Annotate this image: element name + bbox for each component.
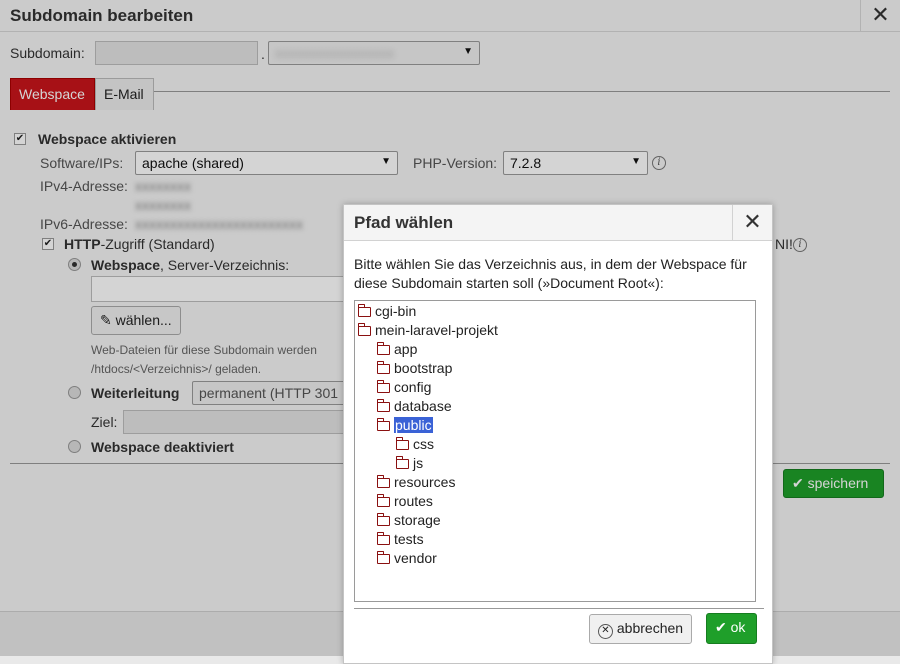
path-dialog-instruction: Bitte wählen Sie das Verzeichnis aus, in… (354, 256, 747, 291)
folder-icon (376, 342, 390, 355)
path-chooser-dialog: Pfad wählen ✕ Bitte wählen Sie das Verze… (343, 204, 773, 664)
tree-node-label: storage (394, 512, 441, 528)
ok-button[interactable]: ✔ ok (706, 613, 757, 644)
path-dialog-divider (354, 608, 764, 609)
check-icon: ✔ (715, 619, 727, 635)
folder-icon (376, 418, 390, 431)
tree-node[interactable]: bootstrap (376, 360, 453, 379)
cancel-circle-icon: ✕ (598, 624, 613, 639)
folder-icon (357, 304, 371, 317)
tree-node[interactable]: mein-laravel-projekt (357, 322, 498, 341)
tree-node-label: tests (394, 531, 424, 547)
folder-icon (357, 323, 371, 336)
tree-node-label: css (413, 436, 434, 452)
close-icon[interactable]: ✕ (732, 205, 772, 241)
tree-node[interactable]: resources (376, 474, 456, 493)
tree-node-label: database (394, 398, 452, 414)
tree-node-label: bootstrap (394, 360, 453, 376)
tree-node[interactable]: tests (376, 531, 424, 550)
cancel-button[interactable]: ✕ abbrechen (589, 614, 693, 644)
folder-icon (376, 399, 390, 412)
tree-node-label: vendor (394, 550, 437, 566)
tree-node-label: js (413, 455, 424, 471)
ok-button-label: ok (730, 619, 746, 635)
folder-icon (376, 513, 390, 526)
path-dialog-titlebar: Pfad wählen ✕ (344, 205, 772, 241)
tree-node[interactable]: database (376, 398, 452, 417)
folder-icon (376, 532, 390, 545)
tree-node-label: public (394, 417, 433, 433)
folder-icon (376, 551, 390, 564)
tree-node[interactable]: cgi-bin (357, 303, 417, 322)
tree-node-label: mein-laravel-projekt (375, 322, 498, 338)
tree-node-label: cgi-bin (375, 303, 417, 319)
tree-node-label: config (394, 379, 432, 395)
tree-node[interactable]: js (395, 455, 424, 474)
tree-node-label: app (394, 341, 418, 357)
path-dialog-title: Pfad wählen (354, 213, 454, 232)
tree-node[interactable]: css (395, 436, 434, 455)
tree-node[interactable]: config (376, 379, 432, 398)
folder-icon (376, 380, 390, 393)
folder-icon (395, 456, 409, 469)
folder-icon (376, 361, 390, 374)
tree-node-label: resources (394, 474, 456, 490)
tree-node[interactable]: app (376, 341, 418, 360)
directory-tree[interactable]: cgi-bin mein-laravel-projekt app bootstrap c… (354, 300, 756, 602)
tree-node[interactable]: vendor (376, 550, 437, 569)
cancel-button-label: abbrechen (616, 620, 684, 636)
folder-icon (376, 475, 390, 488)
tree-node-label: routes (394, 493, 433, 509)
folder-icon (395, 437, 409, 450)
tree-node[interactable]: routes (376, 493, 433, 512)
tree-node[interactable]: public (376, 417, 433, 436)
folder-icon (376, 494, 390, 507)
tree-node[interactable]: storage (376, 512, 441, 531)
